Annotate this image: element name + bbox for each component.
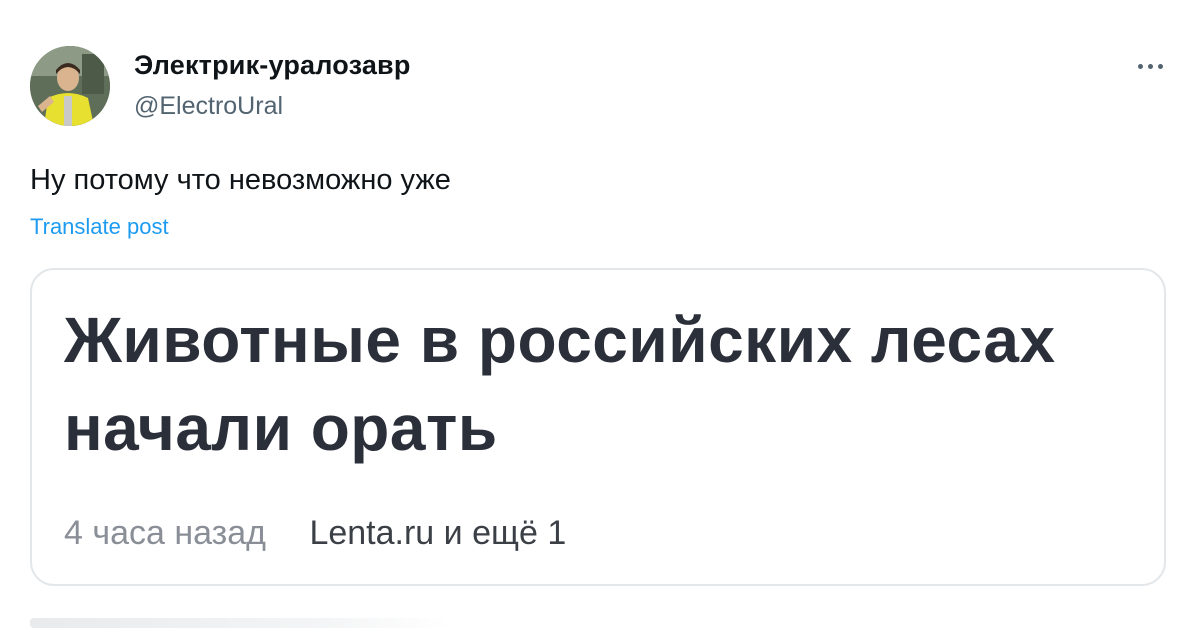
post-text: Ну потому что невозможно уже [30,164,451,196]
avatar[interactable] [30,46,110,126]
more-horizontal-icon [1137,63,1143,69]
divider [30,618,450,628]
tweet: Электрик-уралозавр @ElectroUral Ну потом… [0,0,1200,628]
avatar-image [30,46,110,126]
translate-post-link[interactable]: Translate post [30,214,169,240]
card-source: Lenta.ru и ещё 1 [309,514,567,552]
card-meta: 4 часа назад Lenta.ru и ещё 1 [64,514,566,553]
author-name[interactable]: Электрик-уралозавр [134,50,411,81]
card-headline: Животные в российских лесах начали орать [64,304,1056,464]
more-options-button[interactable] [1126,48,1174,84]
card-time: 4 часа назад [64,514,266,552]
more-horizontal-icon [1157,63,1163,69]
author-handle[interactable]: @ElectroUral [134,92,283,121]
news-card[interactable]: Животные в российских лесах начали орать… [30,268,1166,586]
more-horizontal-icon [1147,63,1153,69]
